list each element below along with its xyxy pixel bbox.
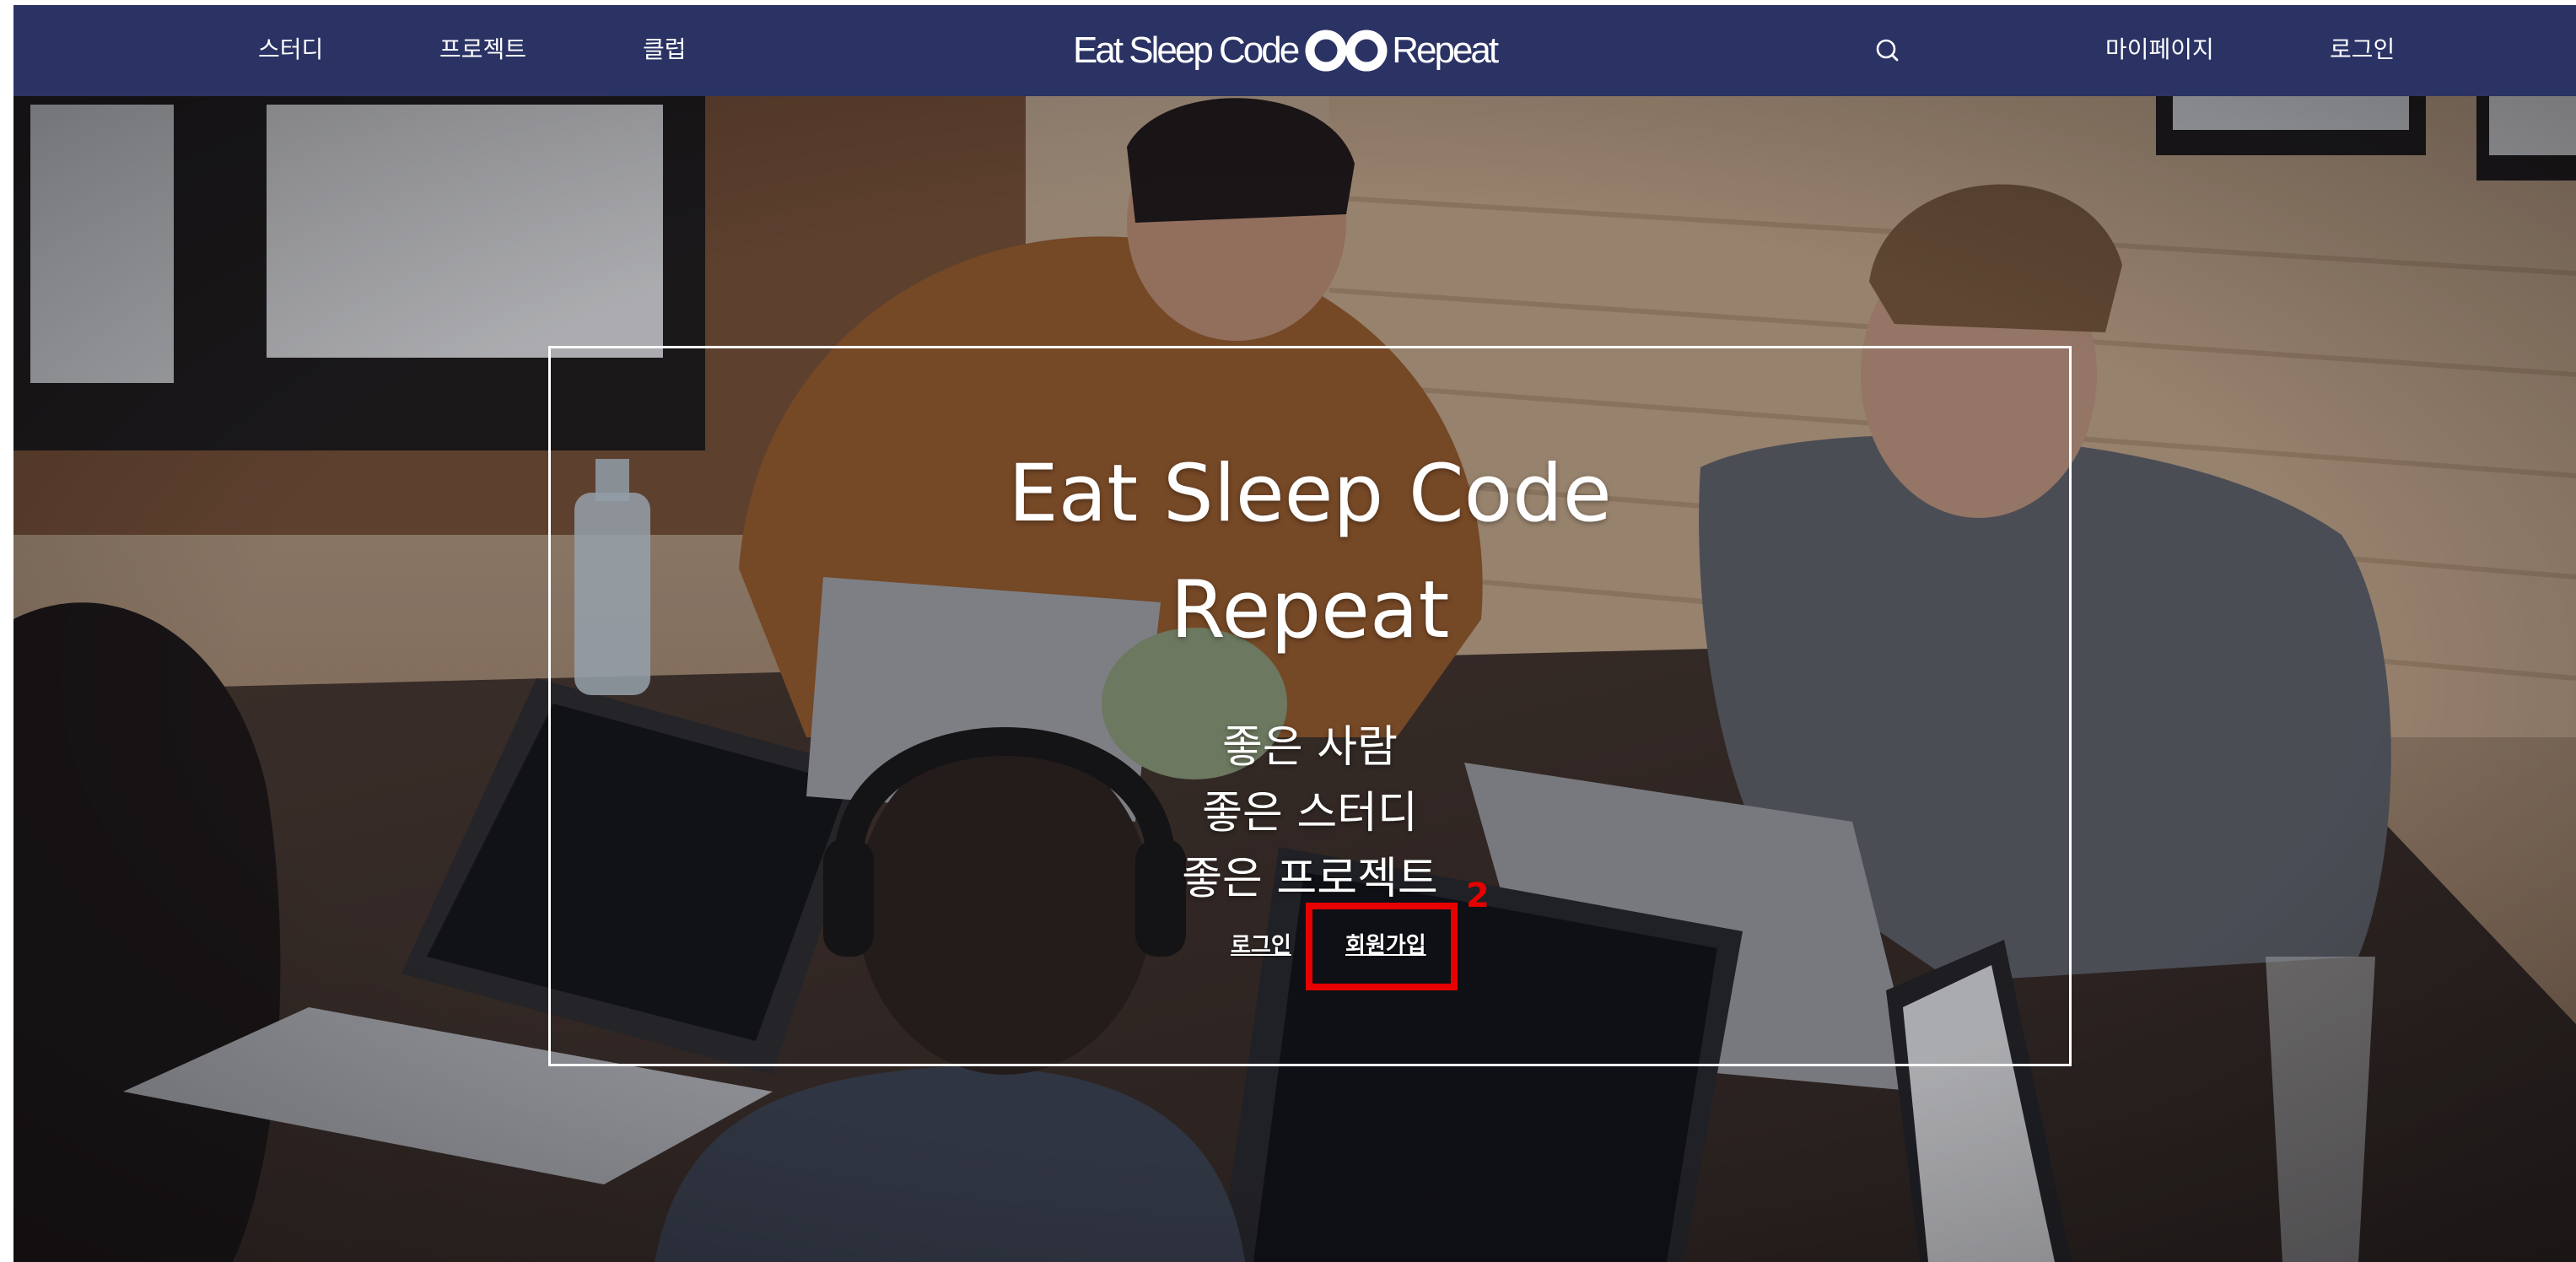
nav-item-mypage[interactable]: 마이페이지 bbox=[2105, 30, 2214, 69]
annotation-number: 2 bbox=[1466, 876, 1490, 915]
hero-title: Eat Sleep Code Repeat bbox=[551, 436, 2069, 669]
tagline-line2: 좋은 스터디 bbox=[1202, 788, 1418, 839]
search-icon bbox=[1876, 39, 1899, 62]
logo-text-main: Eat Sleep Code bbox=[1073, 30, 1300, 71]
search-button[interactable] bbox=[1871, 34, 1905, 67]
hero-section: Eat Sleep Code Repeat 좋은 사람 좋은 스터디 좋은 프로… bbox=[13, 96, 2576, 1262]
hero-login-link[interactable]: 로그인 bbox=[1231, 922, 1291, 969]
hero-tagline: 좋은 사람 좋은 스터디 좋은 프로젝트 bbox=[551, 715, 2069, 912]
nav-item-study[interactable]: 스터디 bbox=[258, 30, 323, 69]
nav-item-login[interactable]: 로그인 bbox=[2330, 30, 2395, 69]
nav-item-project[interactable]: 프로젝트 bbox=[439, 30, 526, 69]
top-navigation-bar: 스터디 프로젝트 클럽 Eat Sleep Code Repeat 마이페이지 … bbox=[13, 5, 2576, 96]
logo-text-repeat: Repeat bbox=[1392, 30, 1499, 71]
browser-viewport: 스터디 프로젝트 클럽 Eat Sleep Code Repeat 마이페이지 … bbox=[13, 5, 2576, 1262]
nav-item-club[interactable]: 클럽 bbox=[643, 30, 687, 69]
infinity-icon bbox=[1305, 30, 1388, 72]
tagline-line1: 좋은 사람 bbox=[1222, 722, 1398, 773]
annotation-highlight-box bbox=[1306, 903, 1458, 990]
site-logo[interactable]: Eat Sleep Code Repeat bbox=[1073, 22, 1499, 79]
hero-title-line2: Repeat bbox=[1170, 564, 1450, 656]
hero-title-line1: Eat Sleep Code bbox=[1008, 448, 1612, 540]
